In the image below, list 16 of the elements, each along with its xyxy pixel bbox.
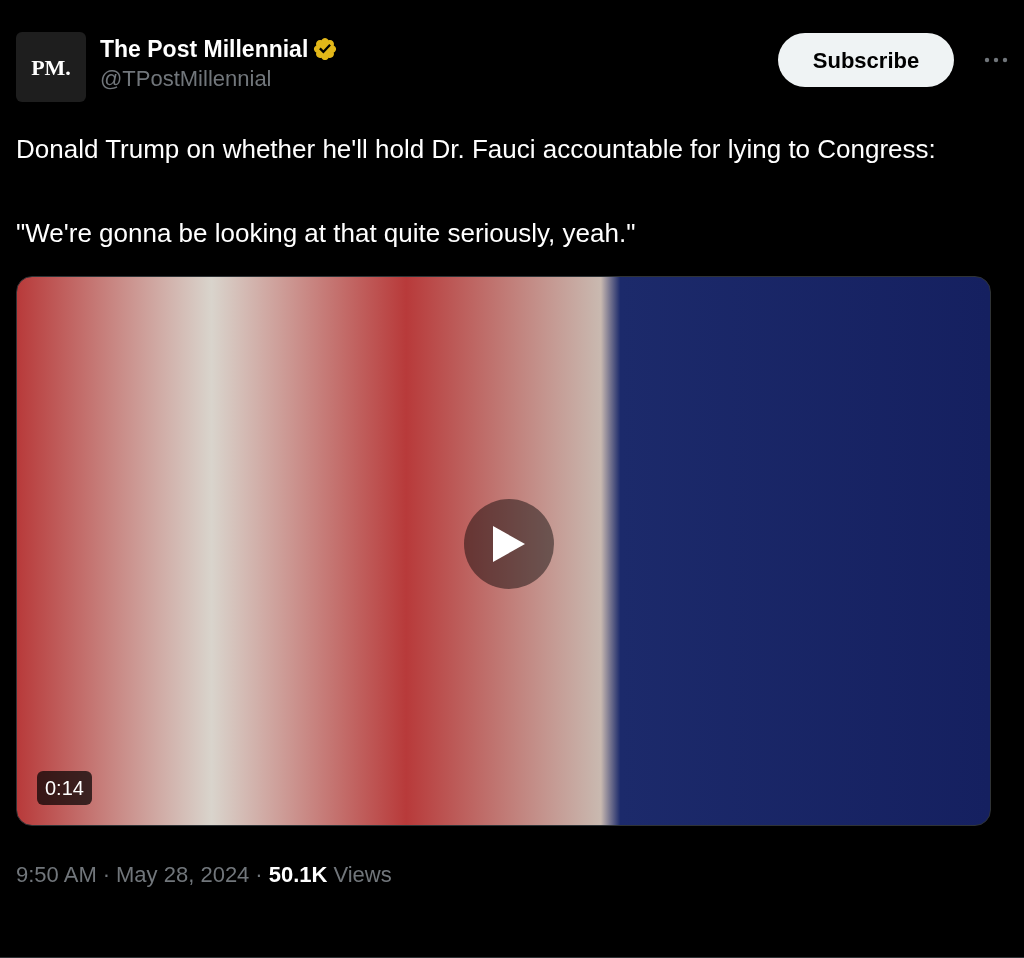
account-handle[interactable]: @TPostMillennial <box>100 64 339 94</box>
video-duration: 0:14 <box>37 771 92 805</box>
subscribe-button[interactable]: Subscribe <box>778 33 954 87</box>
avatar[interactable]: PM. <box>16 32 86 102</box>
video-thumbnail[interactable]: 0:14 <box>16 276 991 826</box>
more-options-icon[interactable] <box>984 57 1008 63</box>
views-count: 50.1K <box>268 861 328 889</box>
separator-dot: · <box>102 861 111 889</box>
tweet-text: "We're gonna be looking at that quite seriously, yeah." <box>16 217 637 250</box>
post-time[interactable]: 9:50 AM <box>16 858 97 891</box>
post-date[interactable]: May 28, 2024 <box>116 858 250 891</box>
separator-dot: · <box>255 861 263 889</box>
account-name[interactable]: The Post Millennial <box>100 34 309 64</box>
play-icon <box>491 524 527 564</box>
tweet-text: Donald Trump on whether he'll hold Dr. Fauci accountable for lying to Congress: <box>16 133 937 166</box>
views-label: Views <box>333 861 392 889</box>
